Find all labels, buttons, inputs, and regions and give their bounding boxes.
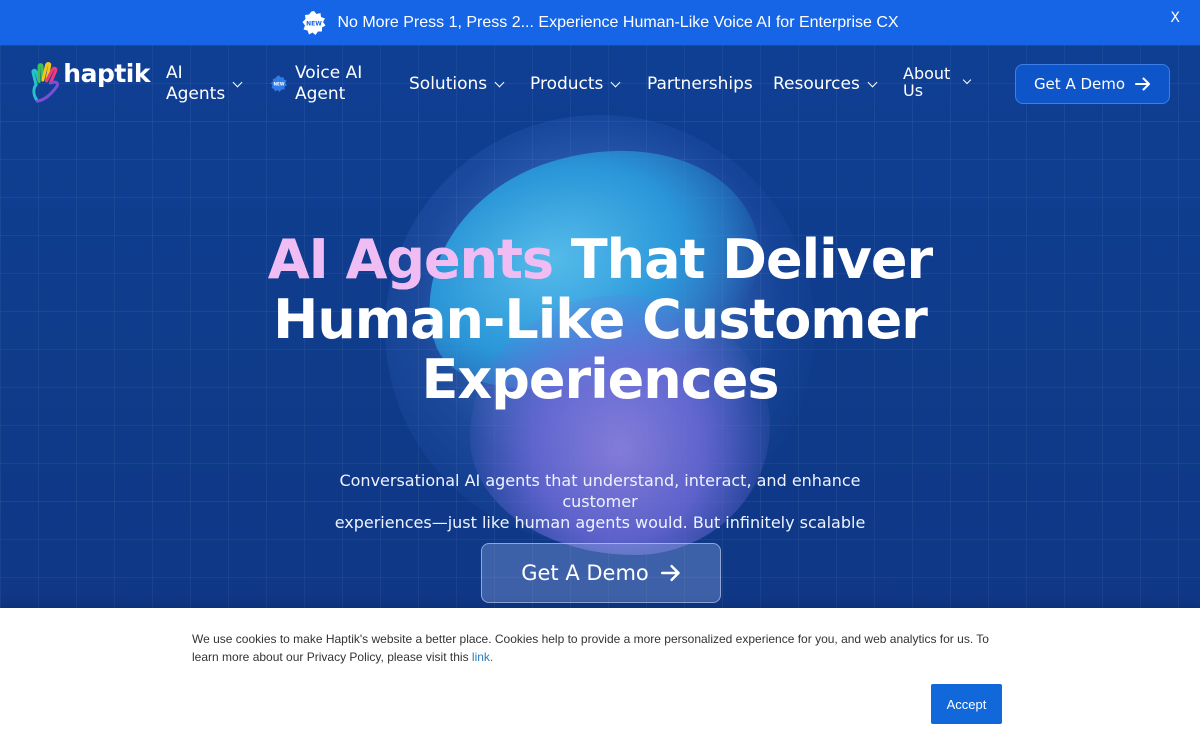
hero-subtitle: Conversational AI agents that understand… <box>300 470 900 533</box>
nav-products-label: Products <box>530 74 604 94</box>
main-nav: haptik AI Agents NEW Voice AI Agent Solu… <box>0 45 1200 123</box>
chevron-down-icon <box>867 77 878 87</box>
announcement-bar[interactable]: NEW No More Press 1, Press 2... Experien… <box>0 0 1200 45</box>
nav-solutions-label: Solutions <box>409 74 488 94</box>
hero-title-line2: Human-Like Customer <box>273 288 928 351</box>
cookie-text: We use cookies to make Haptik's website … <box>192 630 1002 666</box>
nav-ai-agents-line2: Agents <box>166 84 226 104</box>
haptik-logo[interactable]: haptik <box>30 55 150 111</box>
svg-text:NEW: NEW <box>274 82 285 87</box>
hero-title-accent: AI Agents <box>267 228 554 291</box>
chevron-down-icon <box>963 75 972 85</box>
get-demo-nav-label: Get A Demo <box>1033 75 1126 93</box>
nav-about-us-label: About Us <box>903 65 950 99</box>
nav-voice-ai-agent[interactable]: NEW Voice AI Agent <box>270 63 362 105</box>
nav-ai-agents-label: AI Agents <box>166 63 225 105</box>
close-announcement-button[interactable]: X <box>1170 10 1180 26</box>
hero-title-line3: Experiences <box>421 348 780 411</box>
svg-text:NEW: NEW <box>307 20 323 27</box>
nav-solutions[interactable]: Solutions <box>409 74 505 94</box>
hero-title: AI Agents That Deliver Human-Like Custom… <box>200 230 1000 410</box>
nav-partnerships-label: Partnerships <box>647 74 753 94</box>
chevron-down-icon <box>232 77 243 87</box>
hero-title-part1: That Deliver <box>553 228 933 291</box>
get-demo-hero-label: Get A Demo <box>521 561 649 585</box>
privacy-policy-link[interactable]: link. <box>472 650 493 664</box>
nav-voice-ai-line2: Agent <box>295 84 346 104</box>
get-demo-hero-button[interactable]: Get A Demo <box>481 543 721 603</box>
nav-products[interactable]: Products <box>530 74 621 94</box>
accept-cookies-button[interactable]: Accept <box>931 684 1002 724</box>
cookie-banner: We use cookies to make Haptik's website … <box>0 608 1200 750</box>
nav-about-us[interactable]: About Us <box>903 65 972 99</box>
nav-about-line2: Us <box>903 81 924 100</box>
nav-ai-agents-line1: AI <box>166 63 183 83</box>
nav-resources-label: Resources <box>773 74 860 94</box>
nav-voice-ai-line1: Voice AI <box>295 63 363 83</box>
get-demo-nav-button[interactable]: Get A Demo <box>1015 64 1170 104</box>
nav-partnerships[interactable]: Partnerships <box>647 74 753 94</box>
arrow-right-icon <box>1135 77 1151 91</box>
announcement-text[interactable]: No More Press 1, Press 2... Experience H… <box>337 14 898 32</box>
chevron-down-icon <box>610 77 621 87</box>
cookie-message: We use cookies to make Haptik's website … <box>192 632 989 664</box>
nav-ai-agents[interactable]: AI Agents <box>166 63 243 105</box>
chevron-down-icon <box>494 77 505 87</box>
hero-subtitle-line2: experiences—just like human agents would… <box>334 513 866 532</box>
new-badge-icon: NEW <box>301 10 327 36</box>
logo-text: haptik <box>63 59 150 88</box>
arrow-right-icon <box>660 564 680 582</box>
new-badge-icon: NEW <box>270 75 287 92</box>
nav-voice-ai-agent-label: Voice AI Agent <box>295 63 362 105</box>
nav-resources[interactable]: Resources <box>773 74 878 94</box>
hero-subtitle-line1: Conversational AI agents that understand… <box>339 471 861 511</box>
